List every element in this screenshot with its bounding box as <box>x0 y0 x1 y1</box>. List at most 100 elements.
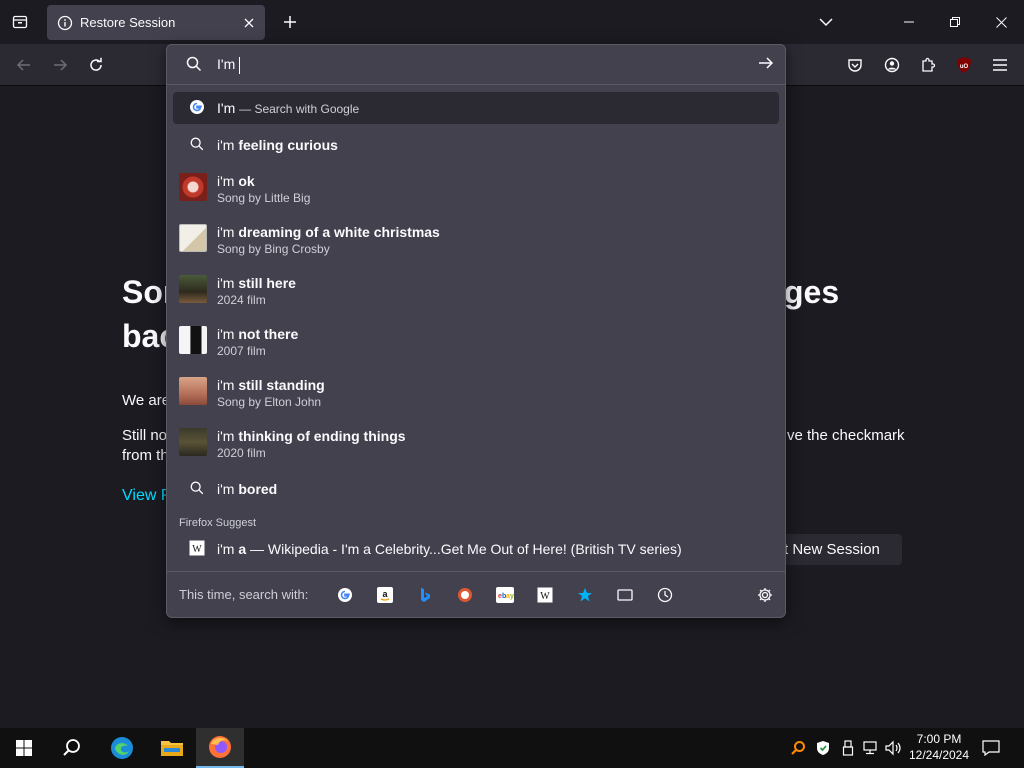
firefox-view-button[interactable] <box>8 10 32 34</box>
suggestion-prefix: i'm <box>217 377 235 393</box>
suggestion-label: i'm feeling curious <box>217 137 338 153</box>
search-icon <box>183 480 211 496</box>
wikipedia-suggestion-label: i'm a — Wikipedia - I'm a Celebrity...Ge… <box>217 541 682 557</box>
google-icon <box>183 99 211 115</box>
suggestion-bold: ok <box>238 173 255 189</box>
urlbar-input[interactable]: I'm <box>217 56 241 74</box>
suggestion-row[interactable]: i'm bored <box>173 473 779 505</box>
edge-taskbar-button[interactable] <box>98 728 146 768</box>
edge-icon <box>111 737 133 759</box>
ublock-button[interactable]: uO <box>951 52 977 78</box>
view-previous-sessions-link[interactable]: View P <box>122 487 172 505</box>
suggestion-subtitle: Song by Bing Crosby <box>217 242 330 256</box>
plus-icon <box>284 16 296 28</box>
start-button[interactable] <box>0 728 48 768</box>
tab-bar: Restore Session <box>0 0 1024 44</box>
info-icon <box>57 15 73 30</box>
tab-close-button[interactable] <box>237 11 261 35</box>
network-icon[interactable] <box>861 738 881 758</box>
suggestion-bold: thinking of ending things <box>238 428 406 444</box>
extensions-button[interactable] <box>915 52 941 78</box>
tab-restore-session[interactable]: Restore Session <box>47 5 265 40</box>
paragraph-2-end: ve the checkmark <box>787 427 905 444</box>
start-new-session-button[interactable]: t New Session <box>770 534 902 565</box>
reload-button[interactable] <box>83 52 109 78</box>
amazon-icon[interactable]: a <box>375 585 395 605</box>
folder-icon <box>161 741 183 756</box>
gear-icon[interactable] <box>755 585 775 605</box>
usb-icon[interactable] <box>838 738 858 758</box>
forward-button[interactable] <box>47 52 73 78</box>
ebay-icon[interactable]: ebay <box>495 585 515 605</box>
reload-icon <box>90 57 102 71</box>
bookmarks-star-icon[interactable] <box>575 585 595 605</box>
suggestion-prefix: i'm <box>217 137 235 153</box>
new-tab-button[interactable] <box>278 10 302 34</box>
svg-text:y: y <box>510 593 514 600</box>
suggestion-row[interactable]: i'm ok Song by Little Big <box>173 169 779 213</box>
search-row-suffix: — Search with Google <box>239 102 360 116</box>
account-button[interactable] <box>879 52 905 78</box>
close-window-button[interactable] <box>978 0 1024 44</box>
svg-text:uO: uO <box>960 64 969 70</box>
this-time-label: This time, search with: <box>179 587 309 602</box>
suggestion-label: i'm not there <box>217 326 298 342</box>
file-explorer-taskbar-button[interactable] <box>148 728 196 768</box>
app-menu-button[interactable] <box>987 52 1013 78</box>
clock-time: 7:00 PM <box>916 732 962 746</box>
suggestion-prefix: i'm <box>217 428 235 444</box>
restore-icon <box>950 17 960 27</box>
wiki-rest: — Wikipedia - I'm a Celebrity...Get Me O… <box>250 541 682 557</box>
text-caret <box>239 56 241 74</box>
tabs-icon[interactable] <box>615 585 635 605</box>
wikipedia-suggestion-row[interactable]: W i'm a — Wikipedia - I'm a Celebrity...… <box>173 533 779 563</box>
urlbar-input-value: I'm <box>217 56 236 72</box>
svg-text:W: W <box>192 544 202 555</box>
suggestion-label: i'm still here <box>217 275 296 291</box>
windows-logo-icon <box>16 740 32 756</box>
history-icon[interactable] <box>655 585 675 605</box>
bing-icon[interactable] <box>415 585 435 605</box>
suggestion-row[interactable]: i'm feeling curious <box>173 129 779 161</box>
minimize-button[interactable] <box>886 0 932 44</box>
taskbar-search-button[interactable] <box>48 728 96 768</box>
search-with-google-row[interactable]: I'm — Search with Google <box>173 92 779 124</box>
search-icon <box>183 136 211 152</box>
volume-icon[interactable] <box>884 738 904 758</box>
restore-button[interactable] <box>932 0 978 44</box>
suggestion-bold: not there <box>238 326 299 342</box>
suggestion-row[interactable]: i'm still standing Song by Elton John <box>173 373 779 417</box>
go-arrow-icon[interactable] <box>757 54 775 72</box>
suggestion-prefix: i'm <box>217 326 235 342</box>
window-controls <box>886 0 1024 44</box>
suggestion-label: i'm dreaming of a white christmas <box>217 224 440 240</box>
wikipedia-icon[interactable]: W <box>535 585 555 605</box>
ublock-icon: uO <box>957 57 971 73</box>
notifications-icon[interactable] <box>981 738 1001 758</box>
google-icon[interactable] <box>335 585 355 605</box>
suggestion-row[interactable]: i'm dreaming of a white christmas Song b… <box>173 220 779 264</box>
urlbar-input-row[interactable]: I'm <box>167 45 785 85</box>
thumbnail-image <box>179 173 207 201</box>
suggestion-row[interactable]: i'm not there 2007 film <box>173 322 779 366</box>
suggestion-bold: feeling curious <box>238 137 338 153</box>
urlbar-popup: I'm I'm — Search with Google i'm feeling… <box>166 44 786 618</box>
firefox-icon <box>209 736 231 758</box>
suggestion-subtitle: 2020 film <box>217 446 266 460</box>
duckduckgo-icon[interactable] <box>455 585 475 605</box>
pocket-button[interactable] <box>842 52 868 78</box>
suggestion-prefix: i'm <box>217 275 235 291</box>
shield-icon[interactable] <box>813 738 833 758</box>
taskbar-clock[interactable]: 7:00 PM 12/24/2024 <box>903 731 975 763</box>
suggestion-row[interactable]: i'm still here 2024 film <box>173 271 779 315</box>
minimize-icon <box>904 21 914 23</box>
suggestion-row[interactable]: i'm thinking of ending things 2020 film <box>173 424 779 468</box>
paragraph-3: from th <box>122 447 169 464</box>
tray-search-icon[interactable] <box>788 738 808 758</box>
suggestion-bold: bored <box>238 481 278 497</box>
suggestion-subtitle: 2024 film <box>217 293 266 307</box>
list-all-tabs-button[interactable] <box>814 10 838 34</box>
firefox-taskbar-button[interactable] <box>196 728 244 768</box>
back-button[interactable] <box>11 52 37 78</box>
thumbnail-image <box>179 326 207 354</box>
